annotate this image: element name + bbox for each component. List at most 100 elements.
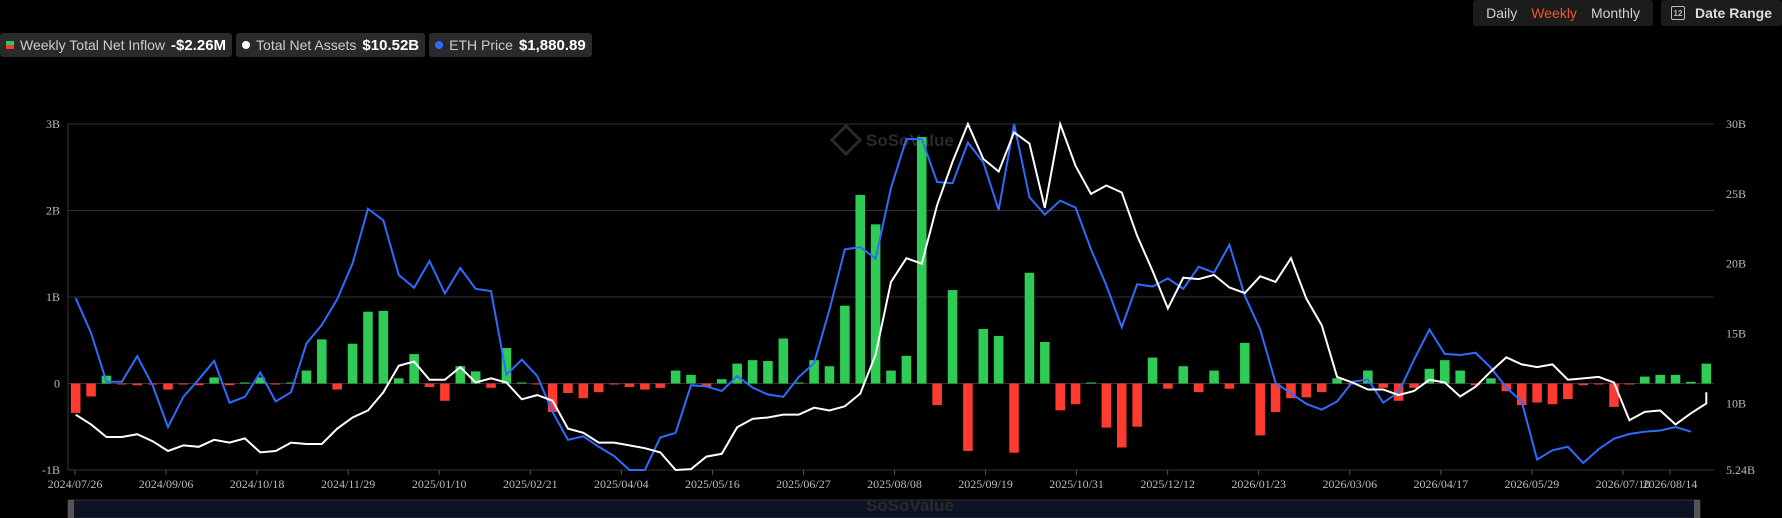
inflow-bar — [670, 370, 681, 384]
inflow-bar — [1301, 383, 1312, 398]
y-right-tick-label: 20B — [1726, 257, 1746, 271]
inflow-bar — [486, 383, 496, 388]
x-tick-label: 2026/08/14 — [1643, 477, 1698, 491]
y-left-tick-label: 3B — [46, 117, 60, 131]
inflow-bar — [1209, 370, 1219, 384]
inflow-bar — [1240, 342, 1250, 384]
inflow-bar — [1132, 383, 1142, 427]
inflow-bar — [993, 335, 1004, 384]
inflow-bar — [86, 383, 96, 397]
watermark-logo: SoSoValue — [829, 123, 954, 157]
inflow-bar — [224, 383, 235, 386]
inflow-bar — [1040, 341, 1050, 384]
inflow-bar — [1270, 383, 1281, 413]
inflow-bar — [1086, 382, 1096, 384]
navigator-watermark-text: SoSoValue — [866, 496, 954, 515]
inflow-bar — [1486, 378, 1496, 384]
inflow-bar — [1578, 383, 1589, 386]
inflow-bar — [240, 382, 250, 384]
inflow-bar — [609, 383, 619, 385]
inflow-bar — [640, 383, 650, 390]
x-tick-label: 2025/08/08 — [867, 477, 922, 491]
inflow-bar — [624, 383, 635, 387]
y-right-tick-label: 25B — [1726, 187, 1746, 201]
x-tick-label: 2025/05/16 — [685, 477, 740, 491]
range-navigator[interactable]: SoSoValue — [67, 496, 1701, 518]
inflow-bar — [1378, 383, 1389, 388]
x-tick-label: 2025/12/12 — [1140, 477, 1195, 491]
inflow-bar — [1532, 383, 1542, 403]
inflow-bar — [578, 383, 589, 399]
x-tick-label: 2026/01/23 — [1231, 477, 1286, 491]
inflow-bar — [1255, 383, 1265, 436]
x-tick-label: 2024/07/26 — [48, 477, 103, 491]
x-tick-label: 2025/01/10 — [412, 477, 467, 491]
inflow-bar — [563, 383, 573, 394]
inflow-bar — [1316, 383, 1327, 393]
inflow-bar — [378, 310, 389, 384]
inflow-bar — [1701, 363, 1712, 384]
y-right-tick-label: 10B — [1726, 396, 1746, 410]
inflow-bar — [886, 370, 896, 384]
inflow-bar — [347, 343, 358, 384]
inflow-bar — [517, 382, 527, 384]
navigator-left-handle — [68, 500, 74, 518]
x-tick-label: 2024/11/29 — [321, 477, 375, 491]
x-tick-label: 2026/05/29 — [1505, 477, 1560, 491]
y-right-tick-label: 15B — [1726, 327, 1746, 341]
inflow-bar — [593, 383, 604, 393]
inflow-bar — [947, 290, 958, 384]
y-left-tick-label: -1B — [42, 463, 60, 477]
inflow-bar — [363, 311, 373, 384]
inflow-bar — [1224, 383, 1235, 389]
inflow-bar — [1024, 272, 1035, 384]
inflow-bar — [855, 194, 866, 384]
x-tick-label: 2025/02/21 — [503, 477, 558, 491]
inflow-bar — [332, 383, 342, 390]
inflow-bar — [132, 383, 142, 386]
inflow-bar — [1147, 357, 1158, 384]
y-left-tick-label: 2B — [46, 204, 60, 218]
inflow-bar — [1624, 383, 1635, 385]
inflow-bar — [1178, 366, 1189, 384]
inflow-bar — [1593, 383, 1604, 385]
x-tick-label: 2024/10/18 — [230, 477, 285, 491]
y-left-tick-label: 1B — [46, 290, 60, 304]
inflow-bar — [317, 339, 327, 384]
inflow-bar — [655, 383, 666, 388]
watermark-icon — [829, 123, 863, 157]
inflow-bar — [1670, 374, 1681, 384]
x-tick-label: 2025/04/04 — [594, 477, 649, 491]
inflow-bar — [1070, 383, 1081, 405]
inflow-bar — [1609, 383, 1619, 407]
inflow-bar — [686, 374, 696, 384]
inflow-bar — [932, 383, 942, 406]
inflow-bar — [840, 305, 850, 384]
inflow-bar — [1163, 383, 1173, 389]
x-tick-label: 2025/06/27 — [776, 477, 831, 491]
inflow-bar — [163, 383, 173, 390]
inflow-bar — [393, 378, 404, 384]
inflow-bar — [270, 383, 281, 385]
inflow-bar — [901, 355, 912, 384]
chart-area: SoSoValue 3B 2B 1B 0 -1B 30B 25B 20B 15B 10B 5.24B… — [42, 117, 1755, 518]
inflow-bar — [1655, 374, 1665, 384]
y-right-tick-label: 30B — [1726, 117, 1746, 131]
inflow-bar — [1440, 360, 1450, 384]
inflow-bar — [1455, 370, 1465, 384]
inflow-bar — [1409, 383, 1419, 388]
inflow-bar — [778, 338, 789, 384]
x-tick-label: 2024/09/06 — [139, 477, 194, 491]
inflow-bar — [870, 224, 881, 384]
inflow-bar — [209, 377, 219, 384]
inflow-bar — [978, 329, 989, 384]
x-tick-label: 2025/09/19 — [958, 477, 1013, 491]
inflow-bar — [1055, 383, 1065, 411]
inflow-bar — [763, 361, 773, 384]
inflow-bar — [1363, 370, 1373, 384]
y-right-tick-label: 5.24B — [1726, 463, 1755, 477]
inflow-bar — [1547, 383, 1558, 405]
inflow-bar — [717, 379, 727, 384]
watermark-text: SoSoValue — [866, 131, 954, 150]
inflow-bar — [963, 383, 973, 451]
